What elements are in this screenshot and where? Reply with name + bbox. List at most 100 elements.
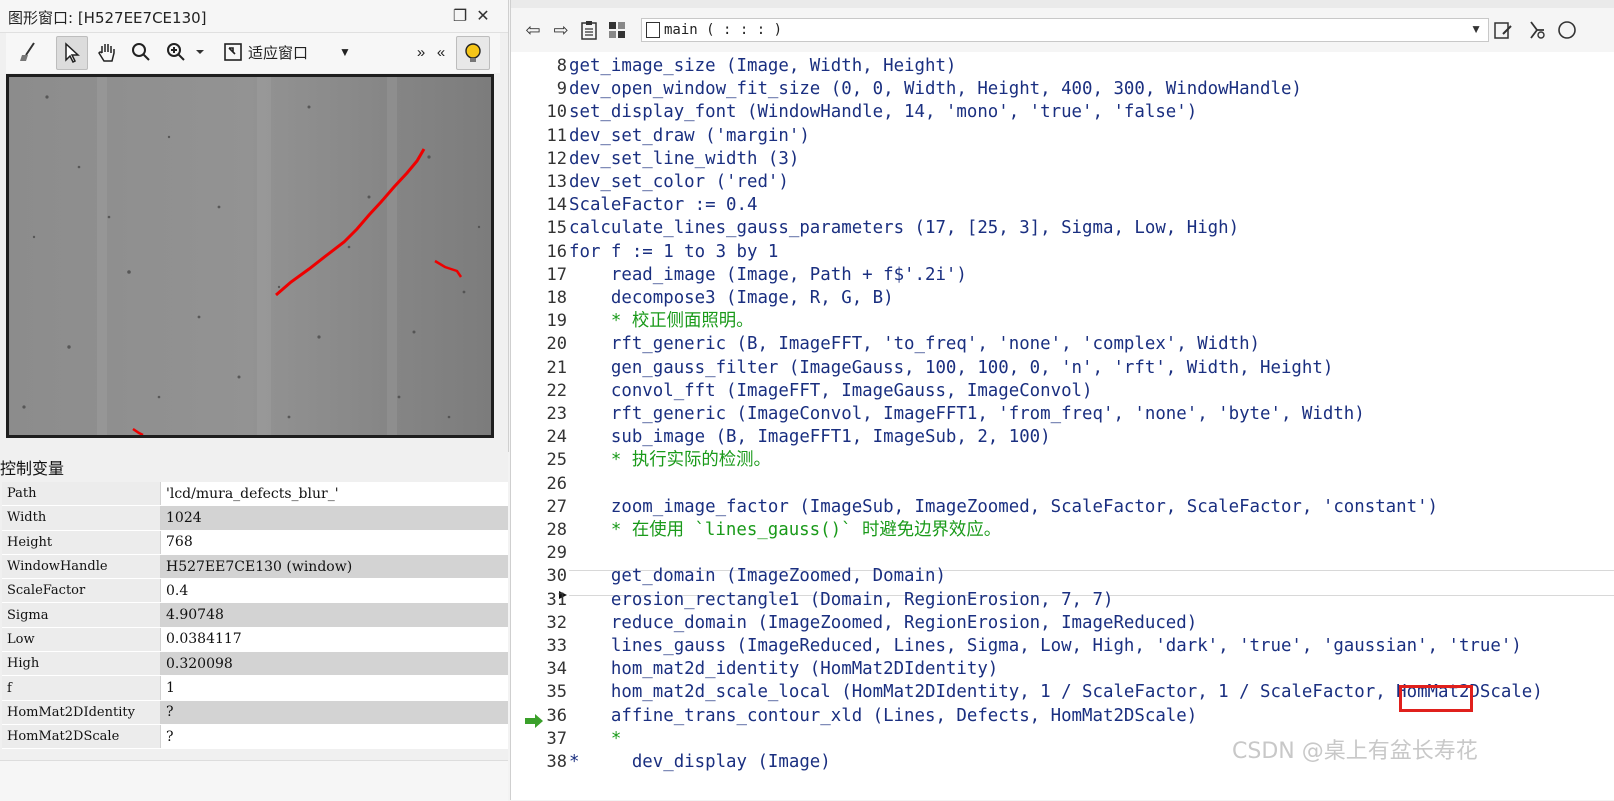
variable-row[interactable]: f1 xyxy=(2,675,508,701)
code-line[interactable]: 26 xyxy=(511,473,1614,496)
code-line[interactable]: 14 ScaleFactor := 0.4 xyxy=(511,194,1614,217)
code-line[interactable]: 22 convol_fft (ImageFFT, ImageGauss, Ima… xyxy=(511,380,1614,403)
line-number: 32 xyxy=(546,612,567,633)
code-line[interactable]: 21 gen_gauss_filter (ImageGauss, 100, 10… xyxy=(511,357,1614,380)
code-line[interactable]: 15 calculate_lines_gauss_parameters (17, … xyxy=(511,217,1614,240)
code-line[interactable]: 31 erosion_rectangle1 (Domain, RegionEro… xyxy=(511,589,1614,612)
fit-dropdown-icon[interactable]: ▼ xyxy=(336,36,354,68)
code-text: calculate_lines_gauss_parameters (17, [2… xyxy=(569,218,1240,239)
line-number: 31 xyxy=(546,589,567,610)
variables-table: Path'lcd/mura_defects_blur_' Width 1024 Hei… xyxy=(2,482,508,750)
code-line[interactable]: 12 dev_set_line_width (3) xyxy=(511,148,1614,171)
code-line[interactable]: 10 set_display_font (WindowHandle, 14, 'm… xyxy=(511,101,1614,124)
fit-window-label[interactable]: 适应窗口 xyxy=(248,42,308,63)
code-line[interactable]: 19 * 校正侧面照明。 xyxy=(511,310,1614,333)
code-line[interactable]: 32 reduce_domain (ImageZoomed, RegionEro… xyxy=(511,612,1614,635)
clear-window-icon[interactable] xyxy=(14,36,44,68)
code-line[interactable]: 17 read_image (Image, Path + f$'.2i') xyxy=(511,264,1614,287)
edit-procedure-icon[interactable] xyxy=(1491,18,1515,42)
code-line[interactable]: 24 sub_image (B, ImageFFT1, ImageSub, 2,… xyxy=(511,426,1614,449)
code-text: * 校正侧面照明。 xyxy=(569,311,754,332)
lightbulb-icon[interactable] xyxy=(456,36,490,70)
line-number: 8 xyxy=(556,56,567,76)
more-button[interactable]: » xyxy=(414,36,428,68)
variable-name: Sigma xyxy=(2,602,161,628)
code-text: hom_mat2d_identity (HomMat2DIdentity) xyxy=(569,659,999,680)
code-line[interactable]: 30 get_domain (ImageZoomed, Domain) xyxy=(511,565,1614,588)
code-line[interactable]: 23 rft_generic (ImageConvol, ImageFFT1, … xyxy=(511,403,1614,426)
code-line[interactable]: 28 * 在使用 `lines_gauss()` 时避免边界效应。 xyxy=(511,519,1614,542)
code-text: ScaleFactor := 0.4 xyxy=(569,195,758,216)
code-line[interactable]: 8 get_image_size (Image, Width, Height) xyxy=(511,55,1614,78)
code-text: * xyxy=(569,728,622,749)
code-line[interactable]: 33 lines_gauss (ImageReduced, Lines, Sig… xyxy=(511,635,1614,658)
line-number: 30 xyxy=(546,566,567,587)
variable-row[interactable]: Width 1024 xyxy=(2,505,508,531)
forward-icon[interactable]: ⇨ xyxy=(549,18,573,42)
variable-row[interactable]: Height 768 xyxy=(2,530,508,555)
code-line[interactable]: 20 rft_generic (B, ImageFFT, 'to_freq', … xyxy=(511,333,1614,356)
line-number: 13 xyxy=(546,172,567,192)
variable-row[interactable]: HomMat2DIdentity? xyxy=(2,700,508,725)
line-number: 12 xyxy=(546,148,567,169)
variable-row[interactable]: High 0.320098 xyxy=(2,651,508,677)
line-number: 34 xyxy=(546,659,567,680)
grid-icon[interactable] xyxy=(605,18,629,42)
line-number: 22 xyxy=(546,380,567,401)
line-number: 35 xyxy=(546,682,567,703)
pointer-icon[interactable] xyxy=(56,36,88,70)
pan-hand-icon[interactable] xyxy=(92,36,122,68)
zoom-in-icon[interactable] xyxy=(162,36,210,68)
variable-name: HomMat2DIdentity xyxy=(2,700,161,725)
back-icon[interactable]: ⇦ xyxy=(521,18,545,42)
highlight-box xyxy=(1399,685,1473,712)
variable-row[interactable]: Path'lcd/mura_defects_blur_' xyxy=(2,482,508,507)
code-text: affine_trans_contour_xld (Lines, Defects… xyxy=(569,705,1198,726)
code-text: zoom_image_factor (ImageSub, ImageZoomed… xyxy=(569,496,1439,517)
variable-row[interactable]: WindowHandle H527EE7CE130 (window) xyxy=(2,554,508,580)
variable-value: 'lcd/mura_defects_blur_' xyxy=(160,482,508,507)
variable-row[interactable]: Sigma 4.90748 xyxy=(2,602,508,628)
restore-icon[interactable]: ❐ xyxy=(450,6,470,26)
variable-value: 0.0384117 xyxy=(160,627,508,653)
variables-scrollbar[interactable] xyxy=(0,760,508,801)
line-number: 37 xyxy=(546,728,567,749)
variable-value: 1024 xyxy=(160,505,508,531)
code-line[interactable]: 27 zoom_image_factor (ImageSub, ImageZoo… xyxy=(511,496,1614,519)
variable-name: Low xyxy=(2,627,161,653)
line-number: 17 xyxy=(546,264,567,285)
help-icon[interactable] xyxy=(1555,18,1579,42)
code-line[interactable]: 18 decompose3 (Image, R, G, B) xyxy=(511,287,1614,310)
procedure-selector[interactable]: main ( : : : ) ▼ xyxy=(641,18,1489,42)
image-display[interactable] xyxy=(6,74,494,438)
fit-window-icon[interactable] xyxy=(220,36,246,68)
line-number: 21 xyxy=(546,357,567,378)
variable-row[interactable]: HomMat2DScale? xyxy=(2,724,508,750)
code-line[interactable]: 25 * 执行实际的检测。 xyxy=(511,449,1614,472)
procedure-settings-icon[interactable] xyxy=(1525,18,1549,42)
line-number: 20 xyxy=(546,334,567,355)
code-text: dev_set_color ('red') xyxy=(569,172,789,192)
line-number: 10 xyxy=(546,102,567,123)
variable-name: Width xyxy=(2,505,161,531)
code-line[interactable]: 13 dev_set_color ('red') xyxy=(511,171,1614,194)
clipboard-icon[interactable] xyxy=(577,18,601,42)
close-icon[interactable]: ✕ xyxy=(473,6,493,26)
code-text: erosion_rectangle1 (Domain, RegionErosio… xyxy=(569,589,1114,610)
procedure-icon xyxy=(646,22,660,38)
line-number: 24 xyxy=(546,427,567,448)
code-line[interactable]: 16 for f := 1 to 3 by 1 xyxy=(511,241,1614,264)
line-number: 19 xyxy=(546,311,567,332)
variable-row[interactable]: ScaleFactor 0.4 xyxy=(2,578,508,604)
code-line[interactable]: 9 dev_open_window_fit_size (0, 0, Width, … xyxy=(511,78,1614,101)
code-line[interactable]: 29 xyxy=(511,542,1614,565)
code-line[interactable]: 11 dev_set_draw ('margin') xyxy=(511,125,1614,148)
magnifier-icon[interactable] xyxy=(126,36,156,68)
program-window: ⇦ ⇨ main ( : : : ) ▼ 8 get_image_size (Im xyxy=(510,0,1614,800)
variable-name: f xyxy=(2,675,161,701)
code-text: convol_fft (ImageFFT, ImageGauss, ImageC… xyxy=(569,380,1093,401)
variable-row[interactable]: Low 0.0384117 xyxy=(2,627,508,653)
code-line[interactable]: 34 hom_mat2d_identity (HomMat2DIdentity) xyxy=(511,658,1614,681)
program-editor[interactable]: 8 get_image_size (Image, Width, Height) 9 d… xyxy=(511,52,1614,800)
collapse-button[interactable]: « xyxy=(434,36,448,68)
